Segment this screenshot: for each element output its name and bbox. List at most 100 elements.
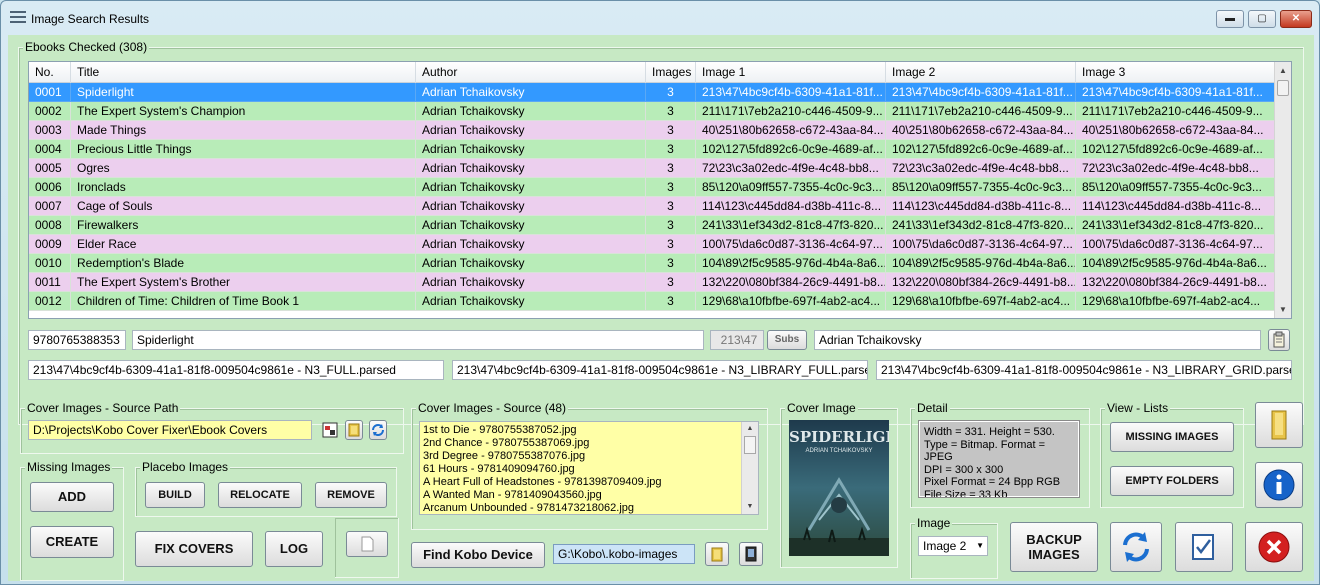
browse-folder-icon[interactable] <box>345 420 363 440</box>
cell-img1: 72\23\c3a02edc-4f9e-4c48-bb8... <box>696 159 886 178</box>
blank-page-icon[interactable] <box>346 531 388 557</box>
list-item[interactable]: A Heart Full of Headstones - 97813987094… <box>420 476 740 489</box>
image2-path-field[interactable]: 213\47\4bc9cf4b-6309-41a1-81f8-009504c98… <box>452 360 868 380</box>
open-folder-icon[interactable] <box>1255 402 1303 448</box>
cell-no: 0010 <box>29 254 71 273</box>
source-images-list[interactable]: 1st to Die - 9780755387052.jpg 2nd Chance… <box>419 421 759 515</box>
list-item[interactable]: A Wanted Man - 9781409043560.jpg <box>420 489 740 502</box>
scroll-thumb[interactable] <box>1277 80 1289 96</box>
table-row[interactable]: 0006 Ironclads Adrian Tchaikovsky 3 85\120\a… <box>29 178 1275 197</box>
backup-images-button[interactable]: BACKUP IMAGES <box>1010 522 1098 572</box>
table-row[interactable]: 0009 Elder Race Adrian Tchaikovsky 3 100\75\… <box>29 235 1275 254</box>
exit-icon[interactable] <box>1245 522 1303 572</box>
table-row[interactable]: 0005 Ogres Adrian Tchaikovsky 3 72\23\c3a02e… <box>29 159 1275 178</box>
remove-button[interactable]: REMOVE <box>315 482 387 508</box>
col-no[interactable]: No. <box>29 62 71 83</box>
col-images[interactable]: Images <box>646 62 696 83</box>
isbn-field[interactable]: 9780765388353 <box>28 330 126 350</box>
image-select-label: Image <box>915 516 953 530</box>
table-row[interactable]: 0008 Firewalkers Adrian Tchaikovsky 3 241\33… <box>29 216 1275 235</box>
cell-img1: 132\220\080bf384-26c9-4491-b8... <box>696 273 886 292</box>
cell-no: 0005 <box>29 159 71 178</box>
refresh-icon[interactable] <box>1110 522 1162 572</box>
kobo-device-icon[interactable] <box>739 542 763 566</box>
list-scroll-up-icon[interactable]: ▲ <box>742 422 758 436</box>
cell-no: 0006 <box>29 178 71 197</box>
cell-img1: 213\47\4bc9cf4b-6309-41a1-81f... <box>696 83 886 102</box>
log-button[interactable]: LOG <box>265 531 323 567</box>
detail-line: DPI = 300 x 300 <box>924 463 1004 476</box>
empty-folders-button[interactable]: EMPTY FOLDERS <box>1110 466 1234 496</box>
table-row[interactable]: 0002 The Expert System's Champion Adrian T… <box>29 102 1275 121</box>
cell-author: Adrian Tchaikovsky <box>416 254 646 273</box>
cell-images: 3 <box>646 216 696 235</box>
table-scrollbar[interactable]: ▲ ▼ <box>1274 62 1291 318</box>
cell-img2: 104\89\2f5c9585-976d-4b4a-8a6... <box>886 254 1076 273</box>
list-item[interactable]: 61 Hours - 9781409094760.jpg <box>420 463 740 476</box>
list-item[interactable]: 1st to Die - 9780755387052.jpg <box>420 424 740 437</box>
table-row[interactable]: 0011 The Expert System's Brother Adrian Tc… <box>29 273 1275 292</box>
cover-title-text: SPIDERLIGHT <box>789 428 889 446</box>
title-field[interactable]: Spiderlight <box>132 330 704 350</box>
detail-line: Pixel Format = 24 Bpp RGB <box>924 476 1061 488</box>
author-field[interactable]: Adrian Tchaikovsky <box>814 330 1261 350</box>
col-image3[interactable]: Image 3 <box>1076 62 1275 83</box>
kobo-folder-icon[interactable] <box>705 542 729 566</box>
kobo-path-field[interactable]: G:\Kobo\.kobo-images <box>553 544 695 564</box>
source-list-scrollbar[interactable]: ▲ ▼ <box>741 422 758 514</box>
clipboard-icon[interactable] <box>1268 329 1290 351</box>
window-title: Image Search Results <box>31 12 150 26</box>
ebooks-table[interactable]: No. Title Author Images Image 1 Image 2 … <box>28 61 1292 319</box>
col-image2[interactable]: Image 2 <box>886 62 1076 83</box>
table-row[interactable]: 0004 Precious Little Things Adrian Tchaiko… <box>29 140 1275 159</box>
table-row[interactable]: 0010 Redemption's Blade Adrian Tchaikovsky… <box>29 254 1275 273</box>
relocate-button[interactable]: RELOCATE <box>218 482 302 508</box>
cell-img2: 211\171\7eb2a210-c446-4509-9... <box>886 102 1076 121</box>
list-item[interactable]: 2nd Chance - 9780755387069.jpg <box>420 437 740 450</box>
main-window: Image Search Results ▬ ▢ ✕ Ebooks Checke… <box>0 0 1320 585</box>
minimize-button[interactable]: ▬ <box>1216 10 1244 28</box>
create-button[interactable]: CREATE <box>30 526 114 558</box>
col-image1[interactable]: Image 1 <box>696 62 886 83</box>
image1-path-field[interactable]: 213\47\4bc9cf4b-6309-41a1-81f8-009504c98… <box>28 360 444 380</box>
cell-author: Adrian Tchaikovsky <box>416 235 646 254</box>
checklist-icon[interactable] <box>1175 522 1233 572</box>
fix-covers-button[interactable]: FIX COVERS <box>135 531 253 567</box>
list-scroll-thumb[interactable] <box>744 436 756 454</box>
cell-author: Adrian Tchaikovsky <box>416 197 646 216</box>
detail-label: Detail <box>915 401 950 415</box>
cell-img3: 114\123\c445dd84-d38b-411c-8... <box>1076 197 1275 216</box>
image-select-dropdown[interactable]: Image 2 ▼ <box>918 536 988 556</box>
image3-path-field[interactable]: 213\47\4bc9cf4b-6309-41a1-81f8-009504c98… <box>876 360 1292 380</box>
source-path-field[interactable]: D:\Projects\Kobo Cover Fixer\Ebook Cover… <box>28 420 312 440</box>
window-menu-icon[interactable] <box>10 11 26 25</box>
missing-images-button[interactable]: MISSING IMAGES <box>1110 422 1234 452</box>
cell-img2: 102\127\5fd892c6-0c9e-4689-af... <box>886 140 1076 159</box>
subs-button[interactable]: Subs <box>767 330 807 350</box>
source-list-label: Cover Images - Source (48) <box>416 401 569 415</box>
refresh-path-icon[interactable] <box>369 420 387 440</box>
maximize-button[interactable]: ▢ <box>1248 10 1276 28</box>
close-window-button[interactable]: ✕ <box>1280 10 1312 28</box>
detail-line: Width = 331. Height = 530. <box>924 426 1055 438</box>
cell-img2: 114\123\c445dd84-d38b-411c-8... <box>886 197 1076 216</box>
table-row[interactable]: 0007 Cage of Souls Adrian Tchaikovsky 3 114\… <box>29 197 1275 216</box>
list-item[interactable]: 3rd Degree - 9780755387076.jpg <box>420 450 740 463</box>
find-kobo-device-button[interactable]: Find Kobo Device <box>411 542 545 568</box>
cell-author: Adrian Tchaikovsky <box>416 83 646 102</box>
open-explorer-icon[interactable] <box>321 420 339 440</box>
scroll-down-icon[interactable]: ▼ <box>1275 301 1291 318</box>
table-row[interactable]: 0001 Spiderlight Adrian Tchaikovsky 3 213\47… <box>29 83 1275 102</box>
table-row[interactable]: 0012 Children of Time: Children of Time B… <box>29 292 1275 311</box>
cell-title: Redemption's Blade <box>71 254 416 273</box>
build-button[interactable]: BUILD <box>145 482 205 508</box>
info-icon[interactable] <box>1255 462 1303 508</box>
table-row[interactable]: 0003 Made Things Adrian Tchaikovsky 3 40\251… <box>29 121 1275 140</box>
list-item[interactable]: Arcanum Unbounded - 9781473218062.jpg <box>420 502 740 514</box>
add-button[interactable]: ADD <box>30 482 114 512</box>
col-title[interactable]: Title <box>71 62 416 83</box>
scroll-up-icon[interactable]: ▲ <box>1275 62 1291 79</box>
list-scroll-down-icon[interactable]: ▼ <box>742 500 758 514</box>
cell-no: 0001 <box>29 83 71 102</box>
col-author[interactable]: Author <box>416 62 646 83</box>
